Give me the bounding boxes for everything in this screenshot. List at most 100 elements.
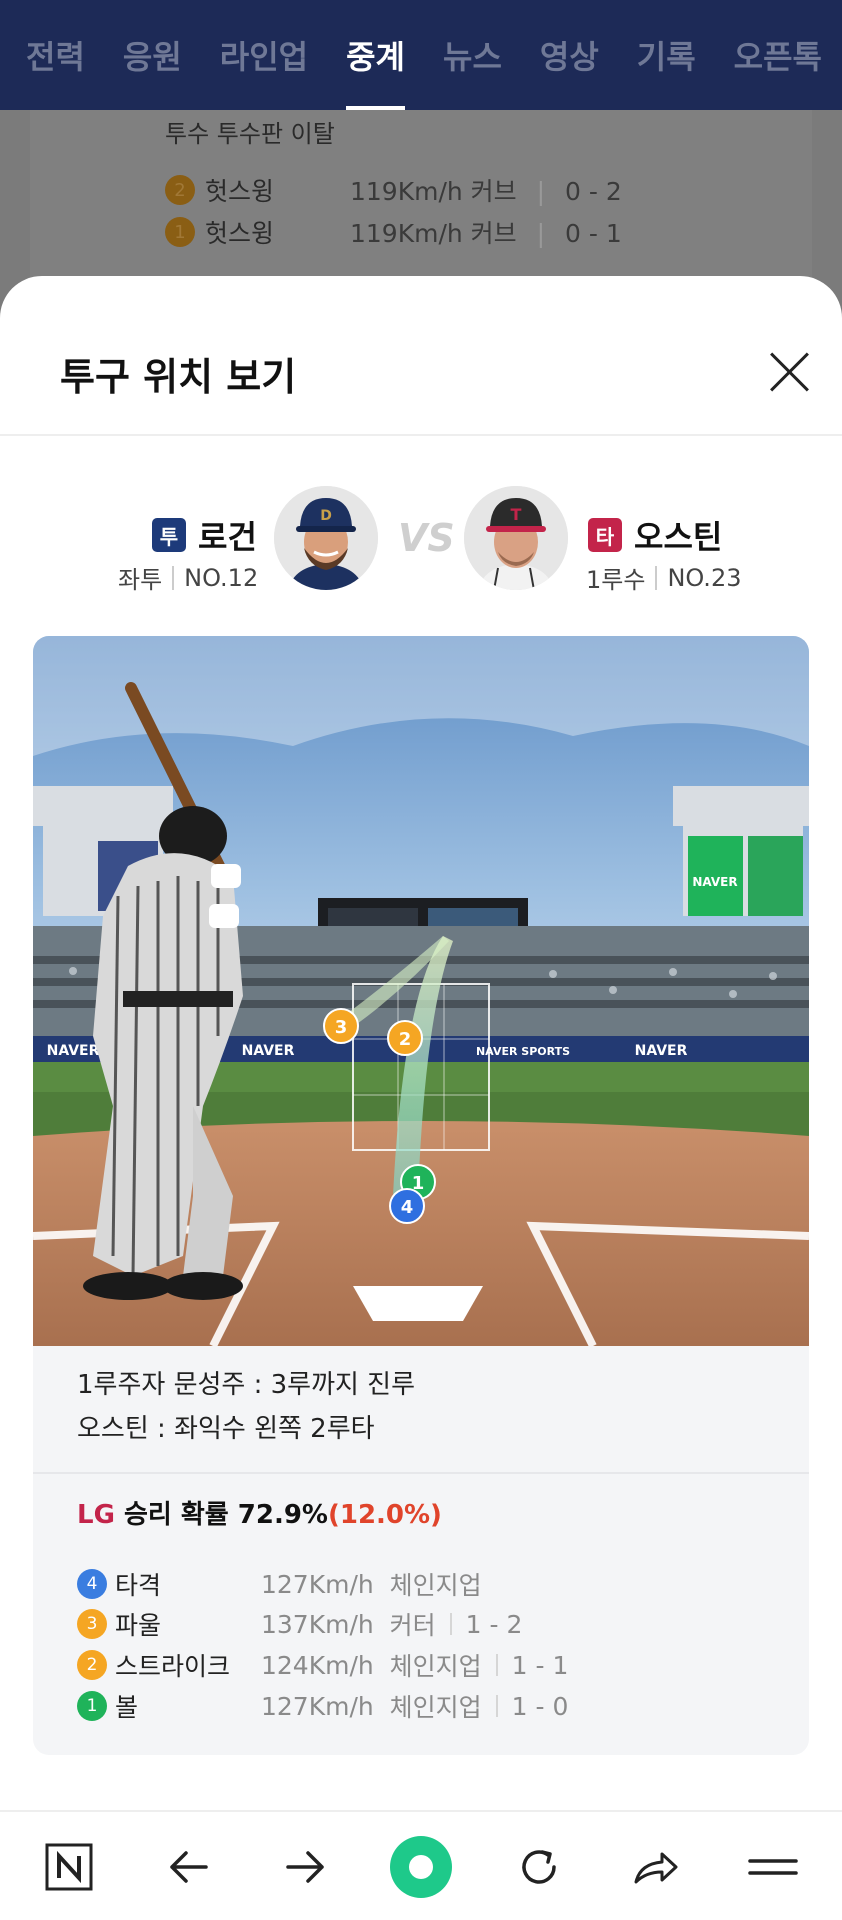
menu-icon[interactable] xyxy=(738,1832,808,1902)
batter-position: 1루수 xyxy=(586,566,646,594)
pitch-desc: 119Km/h 커브 | 0 - 1 xyxy=(350,214,622,250)
naver-sign: NAVER xyxy=(692,875,737,889)
sheet-title: 투구 위치 보기 xyxy=(60,355,297,399)
forward-arrow-icon[interactable] xyxy=(270,1832,340,1902)
wall-banner-sports: NAVER SPORTS xyxy=(476,1045,570,1058)
pitch-type: 체인지업 xyxy=(389,1652,482,1681)
pitch-speed: 127Km/h xyxy=(261,1569,374,1599)
pitch-row: 2 스트라이크 124Km/h 체인지업 1 - 1 xyxy=(77,1649,568,1681)
pitch-number-badge: 1 xyxy=(77,1691,107,1721)
pitch-number-badge: 3 xyxy=(77,1609,107,1639)
pitch-number-badge: 4 xyxy=(77,1569,107,1599)
tab-news[interactable]: 뉴스 xyxy=(443,0,502,110)
separator: | xyxy=(536,177,546,206)
share-icon[interactable] xyxy=(620,1832,690,1902)
pitcher-info: 좌투 NO.12 xyxy=(118,560,258,595)
svg-text:T: T xyxy=(511,505,522,524)
batter-number: NO.23 xyxy=(667,563,742,592)
win-team: LG xyxy=(77,1500,115,1530)
pitch-detail: 124Km/h 체인지업 1 - 1 xyxy=(261,1647,568,1683)
win-label: 승리 확률 72.9% xyxy=(114,1500,328,1530)
green-dot-icon[interactable] xyxy=(386,1832,456,1902)
wall-banner: NAVER xyxy=(242,1043,295,1059)
background-pitch-row: 2 헛스윙 119Km/h 커브 | 0 - 2 xyxy=(165,172,622,208)
batter-info: 1루수 NO.23 xyxy=(586,560,741,595)
divider xyxy=(0,434,842,436)
tab-lineup[interactable]: 라인업 xyxy=(220,0,308,110)
pitch-number-badge: 2 xyxy=(165,175,195,205)
pitch-detail: 127Km/h 체인지업 xyxy=(261,1566,482,1602)
play-description-1: 1루주자 문성주 : 3루까지 진루 xyxy=(77,1370,416,1400)
naver-home-icon[interactable] xyxy=(34,1832,104,1902)
browser-toolbar xyxy=(0,1810,842,1920)
svg-text:D: D xyxy=(320,508,332,524)
separator xyxy=(655,565,658,590)
pitch-row: 3 파울 137Km/h 커터 1 - 2 xyxy=(77,1608,522,1640)
pitch-number-badge: 2 xyxy=(77,1650,107,1680)
pitch-location-scene: NAVER NAVER NAVER NAVER SPORTS NAVER 3 2… xyxy=(33,636,809,1346)
pitch-count: 1 - 1 xyxy=(511,1650,569,1680)
batter-name-row: 타 오스틴 xyxy=(588,512,722,558)
separator xyxy=(449,1613,452,1635)
pitch-result: 타격 xyxy=(115,1571,162,1600)
pitch-speed-type: 119Km/h 커브 xyxy=(350,177,517,206)
pitch-result: 스트라이크 xyxy=(115,1652,231,1681)
tab-opentalk[interactable]: 오픈톡 xyxy=(734,0,822,110)
separator xyxy=(495,1695,498,1717)
tab-broadcast[interactable]: 중계 xyxy=(346,0,405,110)
tab-records[interactable]: 기록 xyxy=(637,0,696,110)
win-probability: LG 승리 확률 72.9%(12.0%) xyxy=(77,1494,442,1531)
pitch-count: 0 - 1 xyxy=(565,219,622,248)
tab-power[interactable]: 전력 xyxy=(26,0,85,110)
pitch-result: 볼 xyxy=(115,1693,139,1722)
svg-text:3: 3 xyxy=(335,1017,348,1038)
batter-avatar: T xyxy=(464,486,568,590)
pitcher-role-badge: 투 xyxy=(152,518,186,552)
pitch-speed: 124Km/h xyxy=(261,1650,374,1680)
win-delta: (12.0%) xyxy=(327,1500,442,1530)
wall-banner: NAVER xyxy=(47,1043,100,1059)
pitch-type: 체인지업 xyxy=(389,1693,482,1722)
pitch-type: 커터 xyxy=(389,1611,436,1640)
pitch-speed-type: 119Km/h 커브 xyxy=(350,219,517,248)
pitch-result: 헛스윙 xyxy=(205,177,275,206)
batter-name: 오스틴 xyxy=(634,518,723,556)
wall-banner: NAVER xyxy=(635,1043,688,1059)
pitcher-number: NO.12 xyxy=(184,563,259,592)
pitch-result: 파울 xyxy=(115,1611,162,1640)
pitcher-name: 로건 xyxy=(198,518,257,556)
pitch-speed: 127Km/h xyxy=(261,1691,374,1721)
pitch-count: 1 - 2 xyxy=(465,1609,523,1639)
pitcher-name-row: 투 로건 xyxy=(152,512,257,558)
pitch-marker-4: 4 xyxy=(389,1188,425,1224)
close-icon[interactable] xyxy=(768,350,812,394)
background-pitch-row: 1 헛스윙 119Km/h 커브 | 0 - 1 xyxy=(165,214,622,250)
reload-icon[interactable] xyxy=(504,1832,574,1902)
pitch-speed: 137Km/h xyxy=(261,1609,374,1639)
pitch-marker-3: 3 xyxy=(323,1008,359,1044)
pitch-row: 1 볼 127Km/h 체인지업 1 - 0 xyxy=(77,1690,568,1722)
vs-label: VS xyxy=(398,516,455,560)
background-heading: 투수 투수판 이탈 xyxy=(165,120,335,148)
tab-cheer[interactable]: 응원 xyxy=(123,0,182,110)
tab-video[interactable]: 영상 xyxy=(540,0,599,110)
top-nav: 전력 응원 라인업 중계 뉴스 영상 기록 오픈톡 xyxy=(0,0,842,110)
divider xyxy=(33,1472,809,1474)
pitch-count: 0 - 2 xyxy=(565,177,622,206)
separator xyxy=(172,565,175,590)
pitch-detail: 127Km/h 체인지업 1 - 0 xyxy=(261,1688,568,1724)
pitch-marker-2: 2 xyxy=(387,1020,423,1056)
pitch-detail: 137Km/h 커터 1 - 2 xyxy=(261,1606,522,1642)
svg-text:4: 4 xyxy=(401,1197,414,1218)
separator: | xyxy=(536,219,546,248)
pitch-row: 4 타격 127Km/h 체인지업 xyxy=(77,1568,482,1600)
pitcher-avatar: D xyxy=(274,486,378,590)
pitcher-position: 좌투 xyxy=(118,566,163,594)
pitch-desc: 119Km/h 커브 | 0 - 2 xyxy=(350,172,622,208)
play-description-2: 오스틴 : 좌익수 왼쪽 2루타 xyxy=(77,1414,375,1444)
svg-text:2: 2 xyxy=(399,1029,412,1050)
back-arrow-icon[interactable] xyxy=(154,1832,224,1902)
separator xyxy=(495,1654,498,1676)
pitch-location-sheet: 투구 위치 보기 투 로건 좌투 NO.12 D VS T 타 오스틴 1루수 … xyxy=(0,276,842,1920)
pitch-result: 헛스윙 xyxy=(205,219,275,248)
